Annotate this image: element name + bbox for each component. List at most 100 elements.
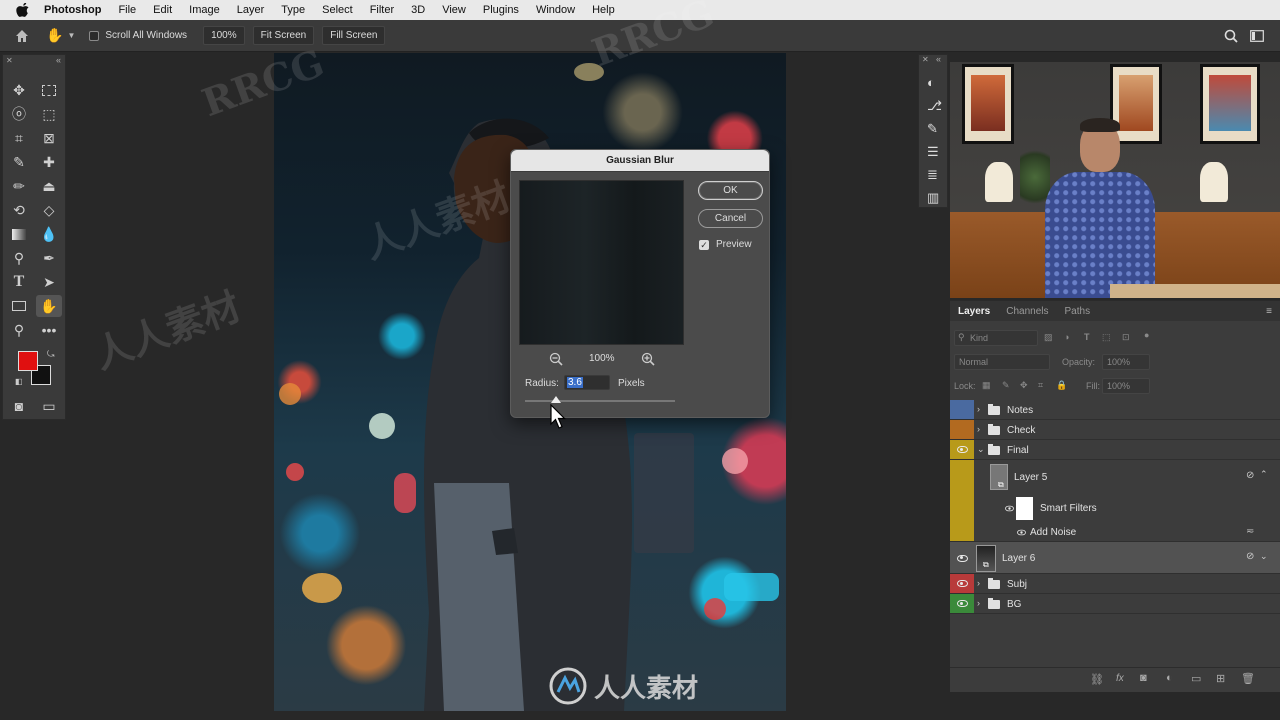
zoom-out-icon[interactable] (549, 352, 563, 366)
cancel-button[interactable]: Cancel (698, 209, 763, 228)
layer-row-layer-6[interactable]: ⧉ Layer 6 ⊘ ⌄ (950, 542, 1280, 574)
layer-row-notes[interactable]: › Notes (950, 400, 1280, 420)
menu-edit[interactable]: Edit (153, 4, 172, 16)
link-layers-icon[interactable]: ⛓ (1090, 673, 1104, 686)
apple-icon[interactable] (16, 3, 30, 17)
more-tools-icon[interactable]: ••• (36, 319, 62, 341)
menu-file[interactable]: File (118, 4, 136, 16)
lasso-tool-icon[interactable]: ⓞ (6, 103, 32, 125)
paragraph-icon[interactable]: ≣ (927, 167, 938, 183)
eye-icon[interactable] (1005, 505, 1014, 512)
type-tool-icon[interactable]: T (6, 271, 32, 293)
healing-brush-tool-icon[interactable]: ✚ (36, 151, 62, 173)
filter-pixel-icon[interactable]: ▨ (1044, 332, 1053, 343)
delete-layer-icon[interactable]: 🗑 (1241, 672, 1255, 685)
pen-tool-icon[interactable]: ✒ (36, 247, 62, 269)
zoom-100-button[interactable]: 100% (203, 26, 245, 45)
fit-screen-button[interactable]: Fit Screen (252, 26, 315, 45)
layer-color-tag[interactable] (950, 400, 974, 419)
fill-input[interactable]: 100% (1102, 378, 1150, 394)
blur-tool-icon[interactable]: 💧 (36, 223, 62, 245)
layer-row-final[interactable]: ⌄ Final (950, 440, 1280, 460)
filter-adjustment-icon[interactable]: ◑ (1064, 332, 1069, 342)
adjustments-icon[interactable]: ◐ (927, 75, 935, 90)
expand-icon[interactable]: « (56, 55, 61, 65)
lock-pixels-icon[interactable]: ▦ (982, 380, 991, 391)
filter-mask-thumbnail[interactable] (1016, 497, 1033, 520)
menu-app[interactable]: Photoshop (44, 4, 101, 16)
collapse-arrow-icon[interactable]: ⌄ (977, 444, 985, 455)
filter-preview[interactable] (519, 180, 684, 345)
menu-window[interactable]: Window (536, 4, 575, 16)
chevron-down-icon[interactable]: ⌄ (1260, 551, 1268, 562)
move-tool-icon[interactable]: ✥ (6, 79, 32, 101)
layer-name[interactable]: Subj (1007, 579, 1027, 590)
layer-name[interactable]: Smart Filters (1040, 503, 1097, 514)
radius-input[interactable]: 3.6 (564, 375, 610, 390)
layer-name[interactable]: BG (1007, 599, 1021, 610)
brush-settings-icon[interactable]: ✎ (927, 121, 938, 137)
opacity-input[interactable]: 100% (1102, 354, 1150, 370)
eyedropper-tool-icon[interactable]: ✎ (6, 151, 32, 173)
expand-arrow-icon[interactable]: › (977, 424, 980, 434)
filter-shape-icon[interactable]: ⬚ (1102, 332, 1111, 343)
fill-screen-button[interactable]: Fill Screen (322, 26, 386, 45)
eraser-tool-icon[interactable]: ◇ (36, 199, 62, 221)
hand-tool-preset-icon[interactable]: ✋ (46, 27, 63, 44)
history-brush-tool-icon[interactable]: ⟲ (6, 199, 32, 221)
tab-layers[interactable]: Layers (950, 306, 998, 317)
filter-toggle-icon[interactable]: ● (1144, 330, 1149, 340)
expand-arrow-icon[interactable]: › (977, 598, 980, 608)
radius-slider-track[interactable] (525, 400, 675, 402)
visibility-toggle[interactable] (950, 594, 974, 613)
expand-icon[interactable]: « (936, 54, 941, 64)
home-icon[interactable] (14, 28, 30, 44)
kind-filter-select[interactable]: ⚲ Kind (954, 330, 1038, 346)
layer-row-subj[interactable]: › Subj (950, 574, 1280, 594)
clone-stamp-tool-icon[interactable]: ⏏ (36, 175, 62, 197)
crop-tool-icon[interactable]: ⌗ (6, 127, 32, 149)
menu-image[interactable]: Image (189, 4, 220, 16)
chevron-down-icon[interactable]: ▼ (67, 31, 75, 40)
swap-colors-icon[interactable]: ⤿ (47, 349, 55, 360)
ok-button[interactable]: OK (698, 181, 763, 200)
tab-channels[interactable]: Channels (998, 306, 1056, 317)
new-layer-icon[interactable]: ⊞ (1216, 672, 1225, 685)
collapse-icon[interactable]: ✕ (6, 56, 13, 65)
layer-name[interactable]: Add Noise (1030, 527, 1076, 538)
default-colors-icon[interactable]: ◧ (15, 377, 23, 386)
quick-mask-icon[interactable]: ◙ (6, 395, 32, 417)
layer-name[interactable]: Check (1007, 425, 1035, 436)
layer-row-layer-5[interactable]: ⧉ Layer 5 ⊘ ⌃ (950, 460, 1280, 494)
smart-filter-link-icon[interactable]: ⊘ (1246, 551, 1254, 562)
new-adjustment-icon[interactable]: ◐ (1166, 672, 1173, 684)
properties-icon[interactable]: ☰ (927, 144, 939, 160)
frame-tool-icon[interactable]: ⊠ (36, 127, 62, 149)
layer-row-check[interactable]: › Check (950, 420, 1280, 440)
menu-3d[interactable]: 3D (411, 4, 425, 16)
menu-plugins[interactable]: Plugins (483, 4, 519, 16)
lock-position-icon[interactable]: ✥ (1020, 380, 1028, 391)
layer-row-add-noise[interactable]: Add Noise ≂ (950, 522, 1280, 542)
menu-layer[interactable]: Layer (237, 4, 265, 16)
layer-name[interactable]: Layer 5 (1014, 472, 1047, 483)
panel-menu-icon[interactable]: ≡ (1258, 306, 1280, 317)
zoom-tool-icon[interactable]: ⚲ (6, 319, 32, 341)
smart-filter-link-icon[interactable]: ⊘ (1246, 470, 1254, 481)
filter-smart-object-icon[interactable]: ⊡ (1122, 332, 1130, 343)
expand-arrow-icon[interactable]: › (977, 578, 980, 588)
layer-row-smart-filters[interactable]: Smart Filters (950, 494, 1280, 522)
layer-name[interactable]: Final (1007, 445, 1029, 456)
scroll-all-windows-checkbox[interactable] (89, 30, 100, 41)
visibility-toggle[interactable] (950, 440, 974, 459)
foreground-color-swatch[interactable] (18, 351, 38, 371)
menu-help[interactable]: Help (592, 4, 615, 16)
tab-paths[interactable]: Paths (1057, 306, 1099, 317)
radius-slider-thumb[interactable] (551, 396, 561, 403)
layer-color-tag[interactable] (950, 420, 974, 439)
workspace-icon[interactable] (1250, 30, 1264, 42)
object-selection-tool-icon[interactable]: ⬚ (36, 103, 62, 125)
filter-type-icon[interactable]: T (1084, 332, 1090, 342)
new-group-icon[interactable]: ▭ (1191, 672, 1201, 685)
add-mask-icon[interactable]: ◙ (1140, 672, 1147, 684)
